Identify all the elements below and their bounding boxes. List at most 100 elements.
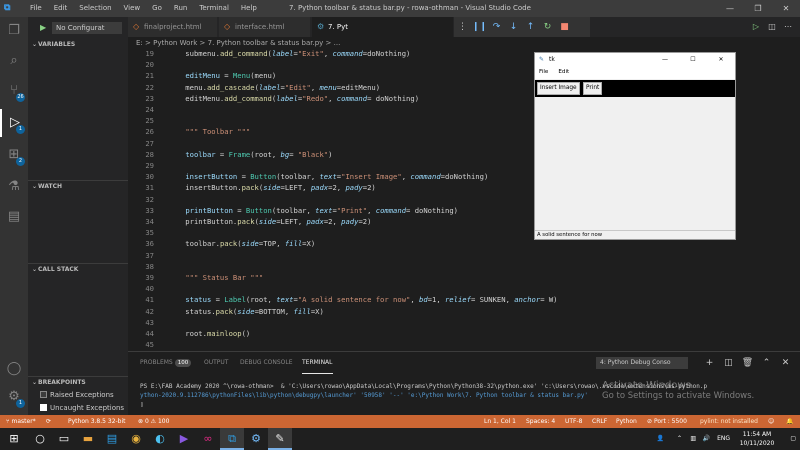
tab-interface[interactable]: ◇ interface.html bbox=[219, 17, 311, 37]
code-line[interactable]: status = Label(root, text="A solid sente… bbox=[168, 295, 557, 304]
arduino-icon[interactable]: ∞ bbox=[196, 428, 220, 450]
tk-menu-edit[interactable]: Edit bbox=[558, 69, 569, 75]
clock[interactable]: 11:54 AM 10/11/2020 bbox=[732, 430, 782, 448]
debug-config-select[interactable]: No Configurat bbox=[52, 22, 122, 34]
code-line[interactable]: """ Status Bar """ bbox=[168, 273, 263, 282]
network-icon[interactable]: ▥ bbox=[690, 428, 696, 450]
branch-indicator[interactable]: ⑂ master* bbox=[6, 415, 36, 428]
tab-output[interactable]: OUTPUT bbox=[204, 352, 228, 374]
tab-python-toolbar[interactable]: ⚙ 7. Pyt bbox=[312, 17, 454, 37]
code-line[interactable]: menu.add_cascade(label="Edit", menu=edit… bbox=[168, 83, 380, 92]
people-icon[interactable]: 👤 bbox=[657, 428, 664, 450]
step-over-icon[interactable]: ↷ bbox=[488, 17, 505, 37]
menu-terminal[interactable]: Terminal bbox=[193, 0, 235, 17]
menu-run[interactable]: Run bbox=[168, 0, 193, 17]
breakpoints-section[interactable]: ⌄BREAKPOINTS bbox=[28, 376, 128, 388]
code-line[interactable]: status.pack(side=BOTTOM, fill=X) bbox=[168, 307, 324, 316]
menu-help[interactable]: Help bbox=[235, 0, 263, 17]
split-terminal-icon[interactable]: ◫ bbox=[719, 352, 738, 374]
close-icon[interactable]: ✕ bbox=[772, 0, 800, 17]
python-interpreter[interactable]: Python 3.8.5 32-bit bbox=[68, 415, 126, 428]
show-hidden-icon[interactable]: ⌃ bbox=[677, 428, 682, 450]
explorer-icon[interactable]: ❐ bbox=[0, 17, 28, 45]
indentation[interactable]: Spaces: 4 bbox=[526, 415, 555, 428]
chrome-icon[interactable]: ◉ bbox=[124, 428, 148, 450]
problems-indicator[interactable]: ⊗ 0 ⚠ 100 bbox=[138, 415, 169, 428]
code-line[interactable]: printButton = Button(toolbar, text="Prin… bbox=[168, 206, 458, 215]
menu-go[interactable]: Go bbox=[146, 0, 168, 17]
tk-minimize-icon[interactable]: — bbox=[651, 53, 679, 66]
tk-menu-file[interactable]: File bbox=[539, 69, 548, 75]
tk-close-icon[interactable]: ✕ bbox=[707, 53, 735, 66]
cursor-position[interactable]: Ln 1, Col 1 bbox=[484, 415, 516, 428]
tab-problems[interactable]: PROBLEMS 100 bbox=[140, 352, 192, 374]
live-server-port[interactable]: ⊘ Port : 5500 bbox=[647, 415, 687, 428]
encoding[interactable]: UTF-8 bbox=[565, 415, 583, 428]
split-editor-icon[interactable]: ◫ bbox=[764, 17, 780, 37]
close-panel-icon[interactable]: ✕ bbox=[776, 352, 795, 374]
minimize-icon[interactable]: — bbox=[716, 0, 744, 17]
code-line[interactable]: toolbar.pack(side=TOP, fill=X) bbox=[168, 239, 315, 248]
menu-edit[interactable]: Edit bbox=[48, 0, 74, 17]
source-control-icon[interactable]: ⑂ 26 bbox=[0, 77, 28, 105]
variables-section[interactable]: ⌄VARIABLES bbox=[28, 39, 128, 51]
kill-terminal-icon[interactable]: 🗑 bbox=[738, 352, 757, 374]
feedback-icon[interactable]: ☺ bbox=[768, 415, 774, 428]
volume-icon[interactable]: 🔊 bbox=[703, 428, 710, 450]
terminal-select[interactable]: 4: Python Debug Conso bbox=[596, 357, 688, 369]
pylint-status[interactable]: pylint: not installed bbox=[700, 415, 758, 428]
task-view-icon[interactable]: ▭ bbox=[52, 428, 76, 450]
code-line[interactable]: root.mainloop() bbox=[168, 329, 250, 338]
code-line[interactable]: insertButton.pack(side=LEFT, padx=2, pad… bbox=[168, 183, 375, 192]
end-of-line[interactable]: CRLF bbox=[592, 415, 607, 428]
media-app-icon[interactable]: ▶ bbox=[172, 428, 196, 450]
code-line[interactable]: printButton.pack(side=LEFT, padx=2, pady… bbox=[168, 217, 371, 226]
python-taskbar-icon[interactable]: ⚙ bbox=[244, 428, 268, 450]
notifications-bell-icon[interactable]: 🔔 bbox=[786, 415, 793, 428]
search-icon[interactable]: ○ bbox=[28, 428, 52, 450]
pause-icon[interactable]: ❙❙ bbox=[471, 17, 488, 37]
account-icon[interactable]: ◯ bbox=[0, 355, 28, 383]
tab-finalproject[interactable]: ◇ finalproject.html bbox=[128, 17, 218, 37]
browser-icon[interactable]: ◐ bbox=[148, 428, 172, 450]
test-flask-icon[interactable]: ⚗ bbox=[0, 173, 28, 201]
menu-file[interactable]: File bbox=[24, 0, 48, 17]
code-line[interactable]: submenu.add_command(label="Exit", comman… bbox=[168, 49, 410, 58]
windows-start-icon[interactable]: ⊞ bbox=[2, 428, 26, 450]
checkbox-checked-icon[interactable] bbox=[40, 404, 47, 411]
breakpoint-uncaught-exceptions[interactable]: Uncaught Exceptions bbox=[40, 402, 124, 414]
code-line[interactable]: toolbar = Frame(root, bg= "Black") bbox=[168, 150, 332, 159]
maximize-icon[interactable]: ❐ bbox=[744, 0, 772, 17]
breakpoint-raised-exceptions[interactable]: Raised Exceptions bbox=[40, 389, 114, 401]
settings-gear-icon[interactable]: ⚙ 1 bbox=[0, 383, 28, 411]
extensions-icon[interactable]: ⊞ 2 bbox=[0, 141, 28, 169]
run-debug-icon[interactable]: ▷ 1 bbox=[0, 109, 28, 137]
action-center-icon[interactable]: ▢ bbox=[790, 428, 796, 450]
step-out-icon[interactable]: ↑ bbox=[522, 17, 539, 37]
menu-view[interactable]: View bbox=[118, 0, 147, 17]
sync-icon[interactable]: ⟳ bbox=[46, 415, 51, 428]
step-into-icon[interactable]: ↓ bbox=[505, 17, 522, 37]
new-terminal-icon[interactable]: + bbox=[700, 352, 719, 374]
language-mode[interactable]: Python bbox=[616, 415, 637, 428]
code-line[interactable]: editMenu.add_command(label="Redo", comma… bbox=[168, 94, 419, 103]
more-actions-icon[interactable]: ⋯ bbox=[780, 17, 796, 37]
tab-debug-console[interactable]: DEBUG CONSOLE bbox=[240, 352, 293, 374]
insert-image-button[interactable]: Insert Image bbox=[537, 82, 580, 95]
print-button[interactable]: Print bbox=[583, 82, 603, 95]
run-file-icon[interactable]: ▷ bbox=[748, 17, 764, 37]
tk-maximize-icon[interactable]: ☐ bbox=[679, 53, 707, 66]
restart-icon[interactable]: ↻ bbox=[539, 17, 556, 37]
file-explorer-icon[interactable]: ▬ bbox=[76, 428, 100, 450]
code-line[interactable]: editMenu = Menu(menu) bbox=[168, 71, 276, 80]
stop-icon[interactable]: ■ bbox=[556, 17, 573, 37]
code-line[interactable]: """ Toolbar """ bbox=[168, 127, 250, 136]
drag-handle-icon[interactable]: ⋮ bbox=[454, 17, 471, 37]
watch-section[interactable]: ⌄WATCH bbox=[28, 180, 128, 192]
tk-taskbar-icon[interactable]: ✎ bbox=[268, 428, 292, 450]
breadcrumb[interactable]: E: > Python Work > 7. Python toolbar & s… bbox=[128, 37, 800, 49]
language-indicator[interactable]: ENG bbox=[717, 428, 730, 450]
call-stack-section[interactable]: ⌄CALL STACK bbox=[28, 263, 128, 275]
tab-terminal[interactable]: TERMINAL bbox=[302, 352, 333, 374]
maximize-panel-icon[interactable]: ⌃ bbox=[757, 352, 776, 374]
